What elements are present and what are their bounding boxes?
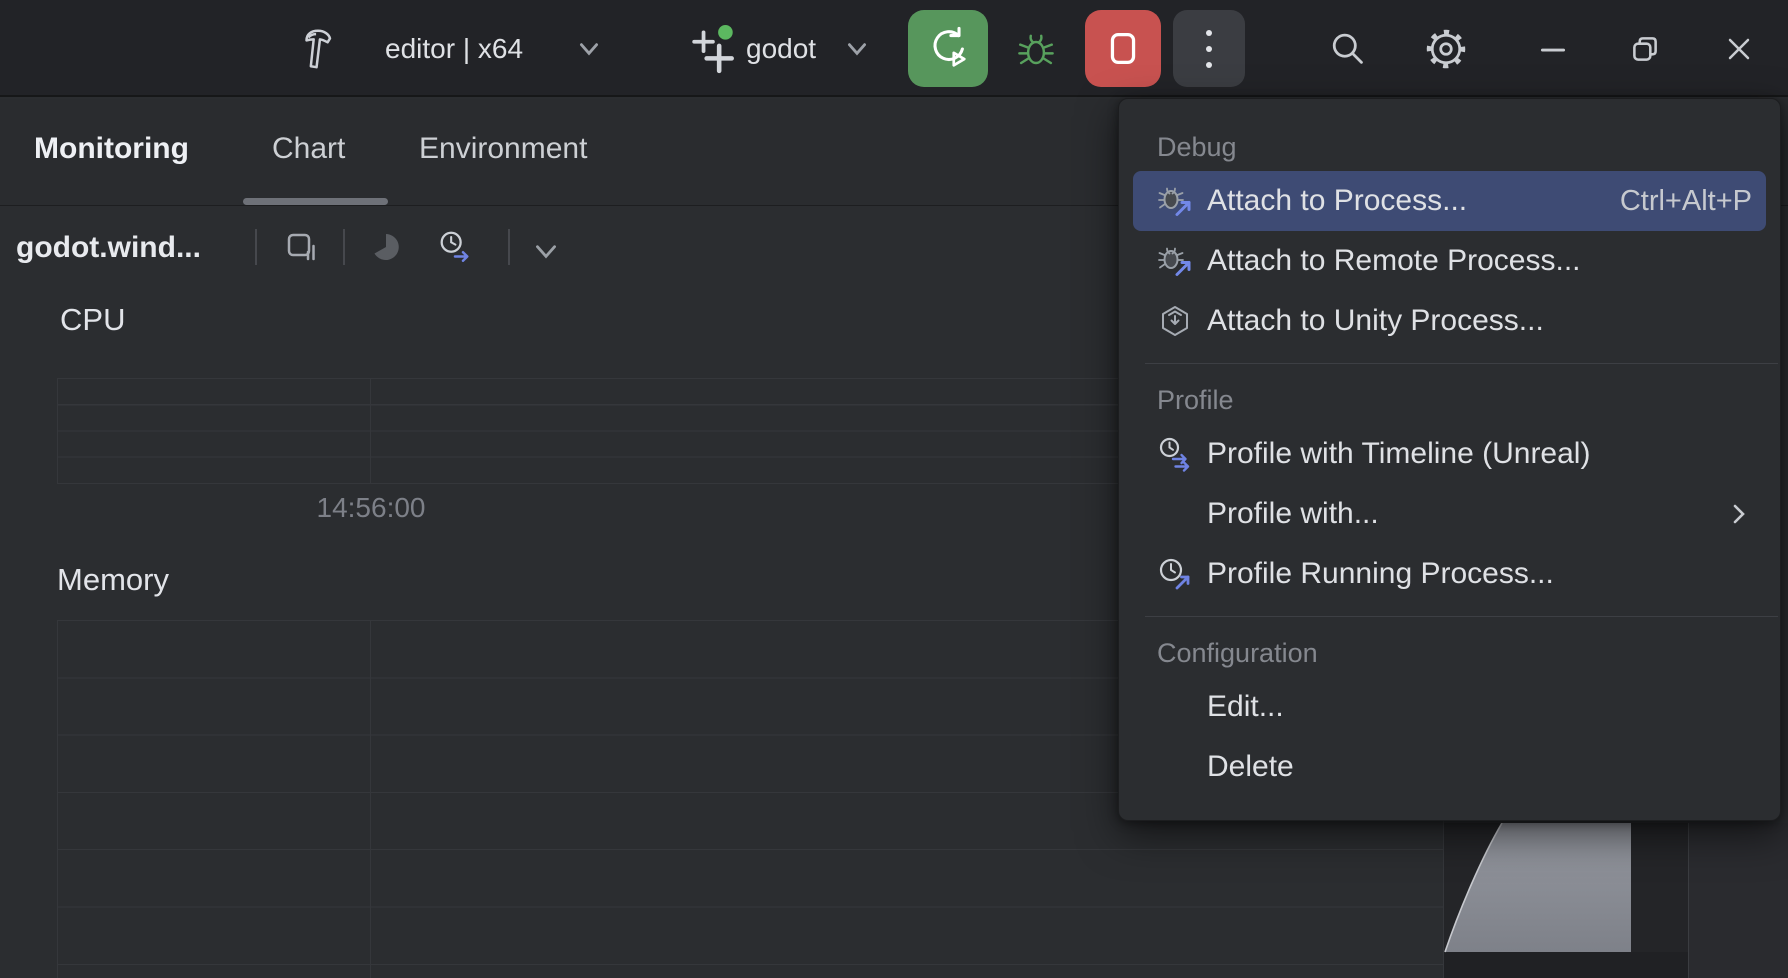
ide-window: editor | x64 godot: [0, 0, 1788, 978]
chevron-down-icon[interactable]: [576, 38, 602, 60]
stop-icon: [1100, 24, 1146, 74]
debug-profile-menu: Debug Attach to Process... Ctrl+Alt+P: [1118, 98, 1781, 821]
menu-item-profile-running-process[interactable]: Profile Running Process...: [1133, 544, 1766, 604]
pie-chart-icon[interactable]: [367, 229, 403, 265]
menu-section-header-configuration: Configuration: [1119, 629, 1780, 677]
toolbar-separator: [255, 229, 257, 265]
menu-item-label: Attach to Unity Process...: [1207, 304, 1544, 338]
hammer-icon: [295, 25, 341, 73]
stop-button[interactable]: [1085, 10, 1161, 87]
menu-item-attach-to-remote-process[interactable]: Attach to Remote Process...: [1133, 231, 1766, 291]
cpu-time-tick: 14:56:00: [291, 492, 451, 524]
unity-process-icon: [1157, 303, 1193, 339]
run-config-selector[interactable]: editor | x64: [385, 30, 523, 68]
search-icon: [1327, 29, 1367, 69]
menu-item-label: Profile Running Process...: [1207, 557, 1554, 591]
debug-button[interactable]: [1014, 26, 1058, 72]
restore-button[interactable]: [1626, 28, 1664, 70]
run-config-label: editor | x64: [385, 33, 523, 65]
menu-item-label: Profile with...: [1207, 497, 1379, 531]
tab-environment[interactable]: Environment: [419, 132, 587, 166]
debug-bug-icon: [1015, 26, 1057, 72]
profile-timeline-icon: [1157, 436, 1193, 472]
tab-chart[interactable]: Chart: [272, 132, 345, 166]
menu-item-label: Profile with Timeline (Unreal): [1207, 437, 1590, 471]
toolbar-separator: [343, 229, 345, 265]
restore-icon: [1628, 32, 1662, 66]
submenu-chevron-right-icon: [1726, 500, 1752, 528]
build-button[interactable]: [294, 24, 342, 74]
menu-item-edit[interactable]: Edit...: [1133, 677, 1766, 737]
gear-icon: [1424, 27, 1468, 71]
attach-debugger-icon: [1157, 243, 1193, 279]
rerun-button[interactable]: [908, 10, 988, 87]
memory-chart-label: Memory: [57, 562, 169, 598]
menu-section-header-debug: Debug: [1119, 123, 1780, 171]
menu-item-attach-to-unity-process[interactable]: Attach to Unity Process...: [1133, 291, 1766, 351]
background-panel: [1688, 823, 1788, 978]
menu-separator: [1145, 363, 1778, 364]
project-selector[interactable]: godot: [746, 30, 816, 68]
profile-timeline-icon[interactable]: [436, 229, 472, 265]
copy-chart-icon[interactable]: [283, 229, 319, 265]
chevron-down-icon[interactable]: [528, 233, 564, 269]
close-button[interactable]: [1720, 28, 1758, 70]
tool-window-title: Monitoring: [34, 132, 189, 166]
chart-source-title: godot.wind...: [16, 231, 201, 265]
monitor-stand-graphic: [1430, 823, 1640, 953]
kebab-menu-icon: [1206, 30, 1212, 36]
menu-item-delete[interactable]: Delete: [1133, 737, 1766, 797]
settings-button[interactable]: [1423, 26, 1469, 72]
rerun-icon: [925, 26, 971, 72]
minimize-icon: [1536, 32, 1570, 66]
active-tab-indicator: [243, 198, 388, 205]
close-icon: [1723, 33, 1755, 65]
search-button[interactable]: [1326, 28, 1368, 70]
menu-item-shortcut: Ctrl+Alt+P: [1620, 185, 1752, 218]
title-bar: editor | x64 godot: [0, 0, 1788, 97]
menu-item-attach-to-process[interactable]: Attach to Process... Ctrl+Alt+P: [1133, 171, 1766, 231]
run-config-icon: [690, 24, 740, 74]
menu-item-label: Edit...: [1207, 690, 1284, 724]
toolbar-separator: [508, 229, 510, 265]
menu-item-label: Delete: [1207, 750, 1294, 784]
minimize-button[interactable]: [1534, 28, 1572, 70]
menu-item-label: Attach to Remote Process...: [1207, 244, 1581, 278]
menu-item-profile-with-timeline[interactable]: Profile with Timeline (Unreal): [1133, 424, 1766, 484]
cpu-chart-label: CPU: [60, 302, 125, 338]
project-label: godot: [746, 33, 816, 65]
menu-section-header-profile: Profile: [1119, 376, 1780, 424]
menu-separator: [1145, 616, 1778, 617]
background-panel: [1444, 952, 1688, 978]
menu-item-label: Attach to Process...: [1207, 184, 1467, 218]
attach-debugger-icon: [1157, 183, 1193, 219]
profile-running-icon: [1157, 556, 1193, 592]
more-actions-button[interactable]: [1173, 10, 1245, 87]
chevron-down-icon[interactable]: [844, 38, 870, 60]
menu-item-profile-with[interactable]: Profile with...: [1133, 484, 1766, 544]
